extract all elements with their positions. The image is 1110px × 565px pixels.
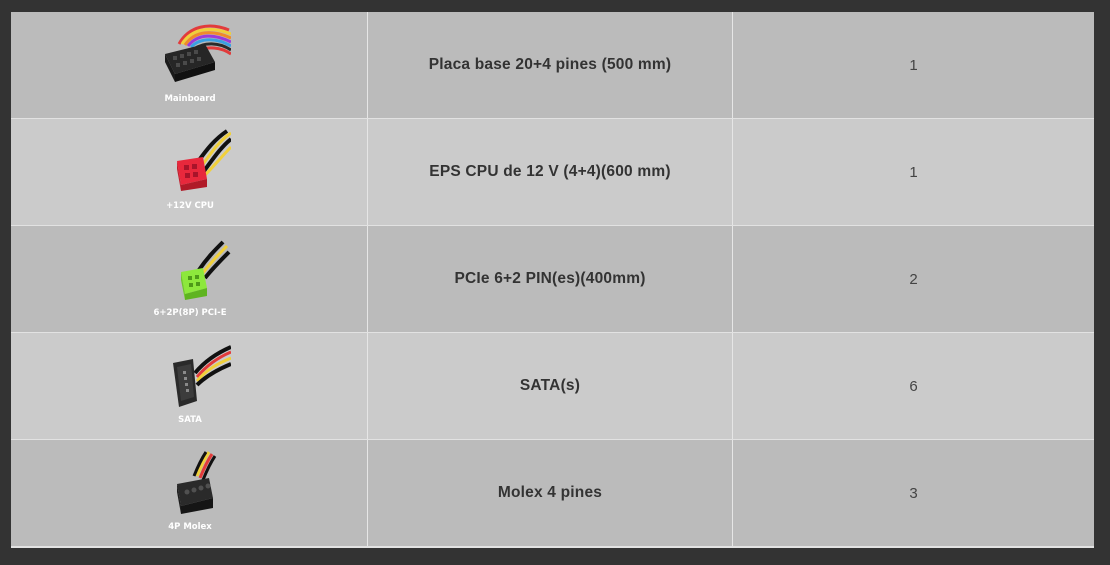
connector-quantity: 2	[909, 270, 918, 288]
pcie-connector-icon	[181, 240, 231, 300]
connector-quantity: 1	[909, 163, 918, 181]
connector-qty-cell: 1	[733, 12, 1094, 118]
table-row: 4P Molex Molex 4 pines 3	[11, 440, 1094, 546]
table-row: 6+2P(8P) PCI-E PCIe 6+2 PIN(es)(400mm) 2	[11, 226, 1094, 332]
connector-quantity: 6	[909, 377, 918, 395]
connector-caption: SATA	[178, 415, 202, 425]
connector-name-cell: PCIe 6+2 PIN(es)(400mm)	[368, 226, 733, 332]
connector-image-cell: SATA	[11, 333, 368, 439]
connector-name: SATA(s)	[519, 377, 581, 394]
table-row: +12V CPU EPS CPU de 12 V (4+4)(600 mm) 1	[11, 119, 1094, 225]
connector-name: EPS CPU de 12 V (4+4)(600 mm)	[429, 163, 671, 180]
sata-connector-icon	[173, 345, 231, 407]
connector-name-cell: SATA(s)	[368, 333, 733, 439]
connector-qty-cell: 2	[733, 226, 1094, 332]
connector-qty-cell: 3	[733, 440, 1094, 546]
connector-caption: 6+2P(8P) PCI-E	[153, 308, 227, 318]
connector-name: Placa base 20+4 pines (500 mm)	[428, 56, 672, 73]
connector-qty-cell: 6	[733, 333, 1094, 439]
connector-name-cell: Placa base 20+4 pines (500 mm)	[368, 12, 733, 118]
connector-caption: Mainboard	[164, 94, 216, 104]
connector-image-cell: 6+2P(8P) PCI-E	[11, 226, 368, 332]
connector-name-cell: Molex 4 pines	[368, 440, 733, 546]
connector-quantity: 3	[909, 484, 918, 502]
connector-image-cell: Mainboard	[11, 12, 368, 118]
connector-qty-cell: 1	[733, 119, 1094, 225]
connector-caption: +12V CPU	[166, 201, 214, 211]
connector-image-cell: +12V CPU	[11, 119, 368, 225]
table-row: Mainboard Placa base 20+4 pines (500 mm)…	[11, 12, 1094, 118]
molex-connector-icon	[177, 451, 217, 514]
connector-table: Mainboard Placa base 20+4 pines (500 mm)…	[11, 12, 1094, 548]
connector-image-cell: 4P Molex	[11, 440, 368, 546]
connector-caption: 4P Molex	[168, 522, 212, 532]
connector-name: PCIe 6+2 PIN(es)(400mm)	[454, 270, 646, 287]
connector-name: Molex 4 pines	[497, 484, 603, 501]
table-row: SATA SATA(s) 6	[11, 333, 1094, 439]
connector-name-cell: EPS CPU de 12 V (4+4)(600 mm)	[368, 119, 733, 225]
connector-quantity: 1	[909, 56, 918, 74]
cpu-connector-icon	[177, 129, 231, 191]
mainboard-connector-icon	[165, 24, 231, 82]
